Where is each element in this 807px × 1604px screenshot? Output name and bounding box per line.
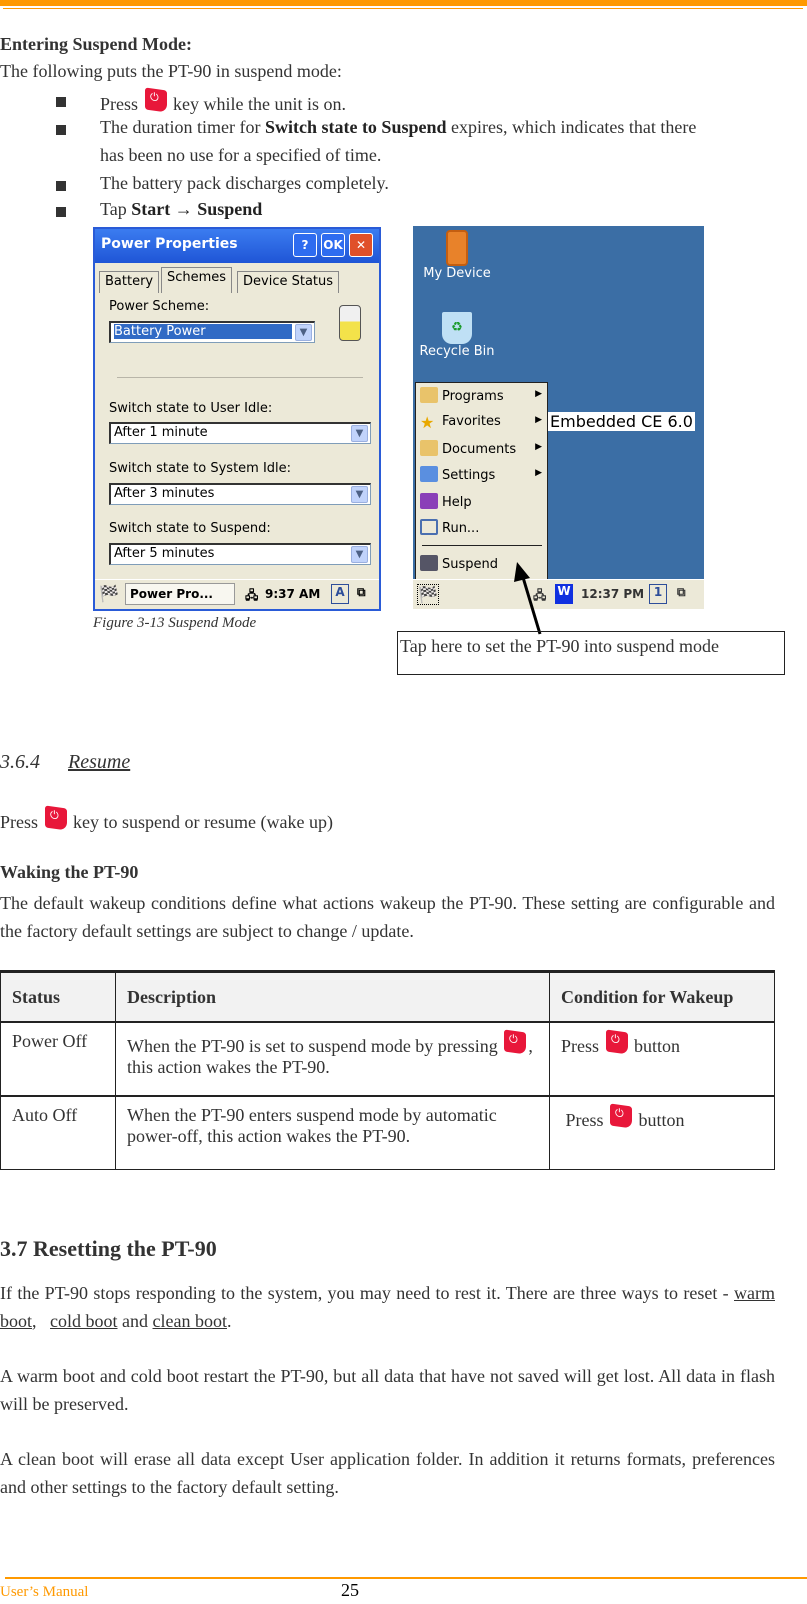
power-key-icon — [610, 1102, 633, 1129]
header-condition: Condition for Wakeup — [549, 970, 775, 1023]
power-key-icon — [144, 87, 167, 113]
menu-item-favorites[interactable]: ★ Favorites ▶ — [420, 413, 546, 437]
bullet-icon — [56, 181, 66, 191]
help-button[interactable]: ? — [293, 233, 317, 257]
bullet-icon — [56, 125, 66, 135]
waking-heading: Waking the PT-90 — [0, 862, 139, 882]
network-icon: 🖧 — [245, 588, 259, 602]
my-device-shortcut[interactable]: My Device — [417, 230, 497, 281]
menu-item-run[interactable]: Run... — [420, 519, 546, 543]
chevron-down-icon: ▼ — [295, 324, 312, 341]
callout-arrow — [514, 562, 542, 635]
figure-caption: Figure 3-13 Suspend Mode — [93, 615, 257, 631]
taskbar: 🏁 🖧 W 12:37 PM 1 ⧉ — [413, 579, 704, 609]
device-icon — [446, 230, 468, 266]
help-book-icon — [420, 493, 438, 509]
user-idle-label: Switch state to User Idle: — [109, 401, 273, 416]
suspend-label: Switch state to Suspend: — [109, 521, 271, 536]
clock: 9:37 AM — [265, 587, 321, 601]
table-row: Auto Off When the PT-90 enters suspend m… — [0, 1095, 775, 1170]
chevron-down-icon: ▼ — [351, 546, 368, 563]
power-key-icon — [44, 805, 67, 831]
system-idle-select[interactable]: After 3 minutes ▼ — [109, 483, 371, 505]
desktop-screen: My Device ♻ Recycle Bin Embedded CE 6.0 … — [413, 226, 704, 609]
recycle-bin-shortcut[interactable]: ♻ Recycle Bin — [417, 312, 497, 359]
power-scheme-select[interactable]: Battery Power ▼ — [109, 321, 315, 343]
start-menu: Programs ▶ ★ Favorites ▶ Documents ▶ Setting… — [415, 382, 548, 580]
callout-box: Tap here to set the PT-90 into suspend m… — [397, 631, 785, 675]
power-key-icon — [504, 1028, 527, 1055]
footer-rule — [5, 1577, 807, 1579]
input-panel-icon[interactable]: 1 — [649, 584, 667, 604]
suspend-intro: The following puts the PT-90 in suspend … — [0, 61, 342, 81]
menu-item-programs[interactable]: Programs ▶ — [420, 387, 546, 411]
programs-icon — [420, 387, 438, 403]
w-app-icon[interactable]: W — [555, 584, 573, 604]
table-header-row: Status Description Condition for Wakeup — [0, 970, 775, 1023]
page-number: 25 — [341, 1580, 359, 1600]
reset-paragraph-3: A clean boot will erase all data except … — [0, 1449, 775, 1497]
user-idle-select[interactable]: After 1 minute ▼ — [109, 422, 371, 444]
input-panel-icon[interactable]: A — [331, 584, 349, 604]
chevron-down-icon: ▼ — [351, 486, 368, 503]
documents-icon — [420, 440, 438, 456]
waking-text: The default wakeup conditions define wha… — [0, 893, 775, 941]
suspend-icon — [420, 555, 438, 571]
ok-button[interactable]: OK — [321, 233, 345, 257]
taskbar-app-button[interactable]: Power Pro... — [125, 583, 235, 605]
taskbar: 🏁 Power Pro... 🖧 9:37 AM A ⧉ — [95, 579, 379, 609]
tab-battery[interactable]: Battery — [99, 271, 160, 293]
tab-device-status[interactable]: Device Status — [237, 271, 340, 293]
wakeup-table: Status Description Condition for Wakeup … — [0, 970, 775, 1170]
divider — [117, 377, 363, 378]
submenu-arrow-icon: ▶ — [535, 389, 542, 399]
bullet-icon — [56, 207, 66, 217]
section-heading-resume: 3.6.4 Resume — [0, 751, 131, 773]
table-row: Power Off When the PT-90 is set to suspe… — [0, 1021, 775, 1096]
header-rule — [3, 8, 803, 9]
switch-windows-icon[interactable]: ⧉ — [677, 585, 686, 600]
header-bar — [0, 0, 807, 6]
run-icon — [420, 519, 438, 535]
section-heading-reset: 3.7 Resetting the PT-90 — [0, 1236, 217, 1261]
power-properties-window: Power Properties ? OK ✕ Battery Schemes … — [93, 227, 381, 611]
cold-boot-link[interactable]: cold boot — [50, 1311, 118, 1331]
switch-windows-icon[interactable]: ⧉ — [357, 585, 366, 600]
menu-item-help[interactable]: Help — [420, 493, 546, 517]
header-status: Status — [0, 970, 116, 1023]
menu-separator — [422, 545, 542, 546]
window-titlebar: Power Properties ? OK ✕ — [95, 229, 379, 263]
submenu-arrow-icon: ▶ — [535, 415, 542, 425]
suspend-heading: Entering Suspend Mode: — [0, 34, 193, 54]
power-scheme-label: Power Scheme: — [109, 299, 210, 314]
menu-item-settings[interactable]: Settings ▶ — [420, 466, 546, 490]
wallpaper-text: Embedded CE 6.0 — [548, 412, 695, 431]
star-icon: ★ — [420, 413, 435, 432]
tab-schemes[interactable]: Schemes — [161, 267, 233, 293]
submenu-arrow-icon: ▶ — [535, 468, 542, 478]
clock: 12:37 PM — [581, 587, 645, 601]
bullet-icon — [56, 97, 66, 107]
power-key-icon — [605, 1028, 628, 1055]
start-button[interactable]: 🏁 — [417, 584, 439, 605]
battery-icon — [339, 305, 361, 341]
window-title: Power Properties — [101, 236, 238, 252]
chevron-down-icon: ▼ — [351, 425, 368, 442]
reset-paragraph-2: A warm boot and cold boot restart the PT… — [0, 1366, 775, 1414]
system-idle-label: Switch state to System Idle: — [109, 461, 292, 476]
clean-boot-link[interactable]: clean boot — [153, 1311, 227, 1331]
reset-paragraph-1: If the PT-90 stops responding to the sys… — [0, 1283, 775, 1331]
menu-item-documents[interactable]: Documents ▶ — [420, 440, 546, 464]
suspend-select[interactable]: After 5 minutes ▼ — [109, 543, 371, 565]
footer-label: User’s Manual — [0, 1584, 89, 1600]
start-button[interactable]: 🏁 — [99, 584, 119, 603]
submenu-arrow-icon: ▶ — [535, 442, 542, 452]
recycle-bin-icon: ♻ — [442, 312, 472, 344]
settings-icon — [420, 466, 438, 482]
resume-text: Press key to suspend or resume (wake up) — [0, 805, 333, 833]
close-button[interactable]: ✕ — [349, 233, 373, 257]
arrow-icon: → — [174, 199, 193, 219]
header-description: Description — [115, 970, 550, 1023]
